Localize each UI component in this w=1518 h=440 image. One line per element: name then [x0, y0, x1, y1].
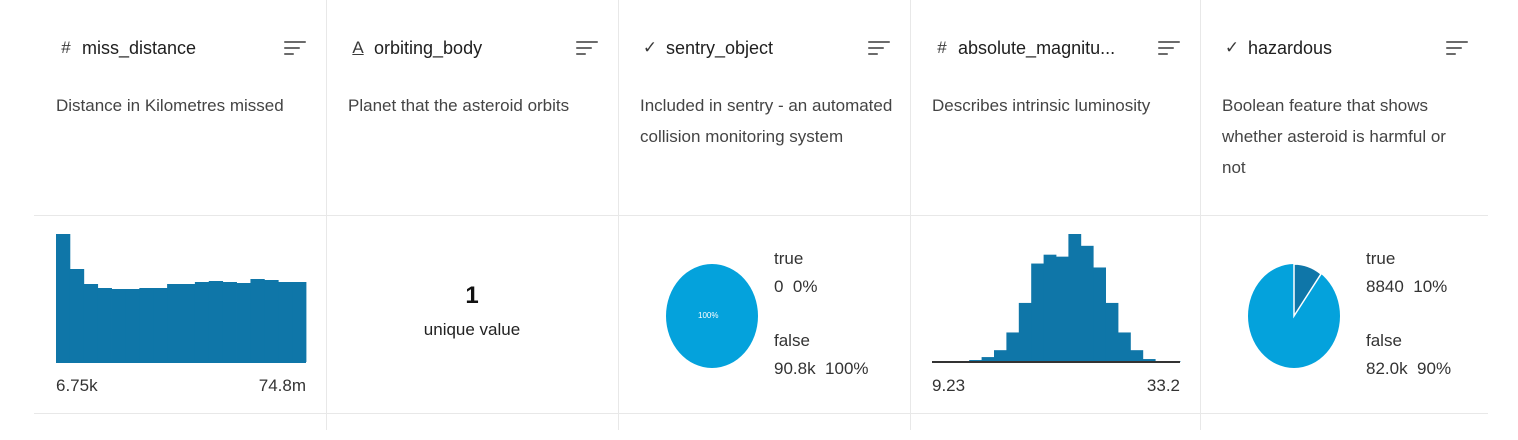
- histogram-bar: [1068, 234, 1082, 362]
- histogram-bar: [1018, 302, 1032, 362]
- histogram-bar: [69, 269, 85, 362]
- histogram-bar: [236, 283, 251, 362]
- column-header[interactable]: ✓ sentry_object: [640, 34, 890, 62]
- column-name: sentry_object: [666, 37, 774, 58]
- column-name: hazardous: [1248, 37, 1333, 58]
- column-hazardous: ✓ hazardous Boolean feature that shows w…: [1200, 0, 1488, 430]
- histogram-bar: [1130, 350, 1144, 362]
- column-header[interactable]: # absolute_magnitu...: [932, 34, 1180, 62]
- true-label: true: [1366, 249, 1396, 268]
- column-description: Boolean feature that shows whether aster…: [1222, 96, 1446, 177]
- boolean-panel[interactable]: true 8840 10% false 82.0k 90%: [1200, 216, 1488, 430]
- column-description: Planet that the asteroid orbits: [348, 96, 570, 115]
- axis-max-label: 74.8m: [258, 376, 306, 395]
- numeric-type-icon: #: [61, 38, 71, 57]
- histogram-bar: [250, 279, 265, 362]
- true-label: true: [774, 249, 804, 268]
- sort-icon[interactable]: [1446, 39, 1468, 57]
- histogram-bar: [83, 284, 99, 362]
- boolean-type-icon: ✓: [642, 38, 658, 57]
- histogram-bar: [97, 288, 112, 362]
- column-name: miss_distance: [82, 37, 197, 58]
- false-stats: 82.0k 90%: [1366, 359, 1452, 378]
- true-stats: 8840 10%: [1366, 277, 1448, 296]
- histogram-bar: [153, 288, 168, 362]
- column-miss-distance: # miss_distance Distance in Kilometres m…: [34, 0, 326, 430]
- unique-values-panel: 1 unique value: [326, 216, 618, 430]
- histogram-bar: [208, 281, 224, 362]
- true-stats: 0 0%: [774, 277, 818, 296]
- histogram-bar: [1031, 263, 1044, 362]
- false-label: false: [774, 331, 810, 350]
- histogram-bar: [1118, 332, 1131, 362]
- boolean-type-icon: ✓: [1224, 38, 1240, 57]
- histogram-panel[interactable]: 9.23 33.2: [910, 216, 1200, 430]
- histogram-bar: [1006, 332, 1020, 362]
- histogram-bar: [278, 282, 293, 362]
- numeric-type-icon: #: [937, 38, 947, 57]
- histogram: [932, 234, 1181, 363]
- false-label: false: [1366, 331, 1402, 350]
- histogram-bar: [1105, 302, 1119, 362]
- column-description: Included in sentry - an automated collis…: [640, 96, 893, 146]
- column-header[interactable]: A orbiting_body: [348, 34, 598, 62]
- column-sentry-object: ✓ sentry_object Included in sentry - an …: [618, 0, 910, 430]
- sort-icon[interactable]: [868, 39, 890, 57]
- axis-min-label: 9.23: [932, 376, 966, 395]
- axis-min-label: 6.75k: [56, 376, 98, 395]
- pie-percent-label: 100%: [698, 311, 718, 320]
- sort-icon[interactable]: [1158, 39, 1180, 57]
- column-orbiting-body: A orbiting_body Planet that the asteroid…: [326, 0, 618, 430]
- histogram-bar: [139, 288, 154, 362]
- column-header[interactable]: # miss_distance: [56, 34, 306, 62]
- sort-icon[interactable]: [576, 39, 598, 57]
- histogram-bar: [167, 284, 182, 362]
- histogram-bar: [1056, 256, 1069, 362]
- histogram-bar: [56, 234, 71, 362]
- histogram-bar: [292, 282, 307, 362]
- histogram-panel[interactable]: 6.75k 74.8m: [34, 216, 326, 430]
- column-name: orbiting_body: [374, 37, 483, 58]
- false-stats: 90.8k 100%: [774, 359, 869, 378]
- column-description: Describes intrinsic luminosity: [932, 96, 1151, 115]
- column-name: absolute_magnitu...: [958, 37, 1116, 58]
- unique-count: 1: [465, 282, 479, 309]
- pie-chart: [1248, 263, 1340, 368]
- column-absolute-magnitude: # absolute_magnitu... Describes intrinsi…: [910, 0, 1200, 430]
- string-type-icon: A: [352, 38, 364, 57]
- sort-icon[interactable]: [284, 39, 306, 57]
- pie-chart: 100%: [666, 264, 758, 368]
- column-header[interactable]: ✓ hazardous: [1222, 34, 1468, 62]
- histogram-bar: [1093, 267, 1106, 362]
- histogram-bar: [994, 350, 1007, 362]
- boolean-panel[interactable]: 100% true 0 0% false 90.8k 100%: [618, 216, 910, 430]
- histogram-bar: [194, 282, 210, 362]
- histogram-bar: [264, 280, 279, 362]
- histogram-bar: [181, 284, 196, 362]
- histogram-bar: [222, 282, 237, 362]
- unique-label: unique value: [423, 320, 521, 339]
- histogram-bar: [1043, 254, 1057, 362]
- histogram-bar: [125, 289, 140, 362]
- histogram-bar: [1080, 245, 1094, 362]
- column-grid: # miss_distance Distance in Kilometres m…: [34, 0, 1488, 430]
- histogram: [56, 234, 307, 363]
- column-description: Distance in Kilometres missed: [56, 96, 284, 115]
- histogram-bar: [111, 289, 126, 362]
- axis-max-label: 33.2: [1146, 376, 1180, 395]
